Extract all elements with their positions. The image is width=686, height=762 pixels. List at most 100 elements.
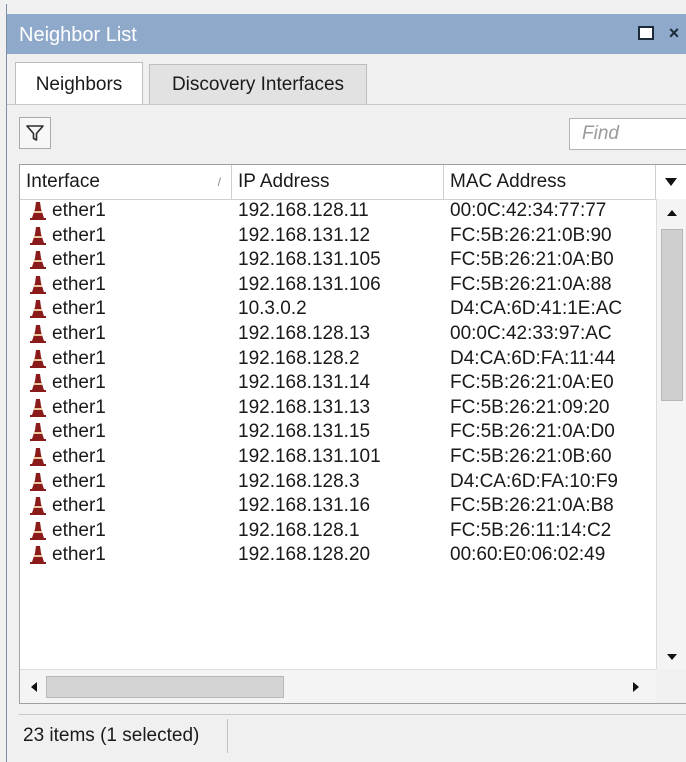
table-row[interactable]: ether1 192.168.128.3 D4:CA:6D:FA:10:F9 (20, 470, 656, 495)
mac-address-cell: FC:5B:26:21:0A:D0 (450, 421, 615, 443)
ip-address-cell: 192.168.131.14 (238, 372, 371, 394)
interface-name: ether1 (52, 347, 106, 369)
ip-address-cell: 192.168.131.16 (238, 495, 371, 517)
table-row[interactable]: ether1 192.168.128.2 D4:CA:6D:FA:11:44 (20, 347, 656, 372)
interface-name: ether1 (52, 396, 106, 418)
mac-address-cell: D4:CA:6D:FA:11:44 (450, 347, 616, 369)
mac-address-cell: FC:5B:26:21:0A:B0 (450, 249, 614, 271)
column-header-label: Interface (26, 171, 100, 192)
close-button[interactable]: × (663, 22, 685, 44)
restore-icon (638, 26, 654, 40)
triangle-down-icon (665, 178, 677, 186)
interface-cell: ether1 (28, 371, 106, 396)
table-row[interactable]: ether1 192.168.131.12 FC:5B:26:21:0B:90 (20, 224, 656, 249)
table-row[interactable]: ether1 192.168.131.13 FC:5B:26:21:09:20 (20, 396, 656, 421)
table-row[interactable]: ether1 192.168.131.16 FC:5B:26:21:0A:B8 (20, 494, 656, 519)
ip-address-cell: 192.168.131.15 (238, 421, 371, 443)
table-row[interactable]: ether1 192.168.128.1 FC:5B:26:11:14:C2 (20, 519, 656, 544)
table-row[interactable]: ether1 192.168.128.20 00:60:E0:06:02:49 (20, 543, 656, 568)
interface-icon (30, 447, 46, 466)
interface-name: ether1 (52, 200, 106, 221)
interface-cell: ether1 (28, 494, 106, 519)
mac-address-cell: FC:5B:26:21:0A:B8 (450, 495, 614, 517)
vertical-scrollbar[interactable] (656, 199, 686, 669)
interface-icon (30, 251, 46, 270)
column-header-interface[interactable]: Interface / (20, 165, 232, 199)
scrollbar-corner (656, 669, 686, 703)
ip-address-cell: 192.168.128.13 (238, 322, 371, 344)
scroll-up-button[interactable] (657, 201, 686, 225)
column-header-mac-address[interactable]: MAC Address (444, 165, 656, 199)
interface-cell: ether1 (28, 396, 106, 421)
interface-name: ether1 (52, 322, 106, 344)
interface-cell: ether1 (28, 445, 106, 470)
interface-icon (30, 349, 46, 368)
ip-address-cell: 192.168.128.2 (238, 347, 360, 369)
interface-icon (30, 497, 46, 516)
table-header: Interface / IP Address MAC Address (20, 165, 686, 200)
interface-name: ether1 (52, 544, 106, 566)
interface-cell: ether1 (28, 322, 106, 347)
table-row[interactable]: ether1 192.168.131.14 FC:5B:26:21:0A:E0 (20, 371, 656, 396)
table-row[interactable]: ether1 192.168.131.101 FC:5B:26:21:0B:60 (20, 445, 656, 470)
interface-icon (30, 201, 46, 220)
table-row[interactable]: ether1 10.3.0.2 D4:CA:6D:41:1E:AC (20, 297, 656, 322)
mac-address-cell: D4:CA:6D:FA:10:F9 (450, 470, 618, 492)
title-bar[interactable]: Neighbor List × (7, 14, 686, 54)
ip-address-cell: 192.168.128.11 (238, 200, 369, 221)
scroll-right-button[interactable] (624, 675, 648, 699)
mac-address-cell: FC:5B:26:21:0A:88 (450, 273, 612, 295)
mac-address-cell: 00:0C:42:33:97:AC (450, 322, 612, 344)
interface-cell: ether1 (28, 420, 106, 445)
interface-name: ether1 (52, 224, 106, 246)
interface-cell: ether1 (28, 273, 106, 298)
table-row[interactable]: ether1 192.168.128.13 00:0C:42:33:97:AC (20, 322, 656, 347)
interface-name: ether1 (52, 249, 106, 271)
interface-icon (30, 226, 46, 245)
interface-name: ether1 (52, 273, 106, 295)
column-menu-button[interactable] (656, 165, 686, 199)
find-input[interactable] (569, 118, 686, 150)
table-row[interactable]: ether1 192.168.131.15 FC:5B:26:21:0A:D0 (20, 420, 656, 445)
item-count-status: 23 items (1 selected) (23, 725, 200, 746)
interface-icon (30, 521, 46, 540)
restore-button[interactable] (635, 22, 657, 44)
table-row[interactable]: ether1 192.168.131.105 FC:5B:26:21:0A:B0 (20, 248, 656, 273)
column-header-label: IP Address (238, 171, 330, 192)
interface-name: ether1 (52, 372, 106, 394)
neighbors-table: Interface / IP Address MAC Address ether… (19, 164, 686, 704)
tab-neighbors[interactable]: Neighbors (15, 62, 143, 106)
mac-address-cell: 00:60:E0:06:02:49 (450, 544, 606, 566)
scroll-left-button[interactable] (22, 675, 46, 699)
arrow-down-icon (667, 654, 677, 660)
interface-cell: ether1 (28, 248, 106, 273)
interface-icon (30, 398, 46, 417)
interface-cell: ether1 (28, 519, 106, 544)
filter-button[interactable] (19, 117, 51, 149)
column-header-ip-address[interactable]: IP Address (232, 165, 444, 199)
arrow-right-icon (633, 682, 639, 692)
horizontal-scrollbar[interactable] (20, 669, 656, 703)
ip-address-cell: 192.168.131.101 (238, 445, 381, 467)
horizontal-scroll-thumb[interactable] (46, 676, 284, 698)
scroll-down-button[interactable] (657, 645, 686, 669)
mac-address-cell: D4:CA:6D:41:1E:AC (450, 298, 623, 320)
ip-address-cell: 192.168.131.105 (238, 249, 381, 271)
table-row[interactable]: ether1 192.168.131.106 FC:5B:26:21:0A:88 (20, 273, 656, 298)
mac-address-cell: FC:5B:26:21:0B:90 (450, 224, 612, 246)
interface-name: ether1 (52, 519, 106, 541)
mac-address-cell: FC:5B:26:21:09:20 (450, 396, 610, 418)
sort-indicator-icon: / (217, 175, 221, 189)
ip-address-cell: 192.168.128.1 (238, 519, 360, 541)
vertical-scroll-thumb[interactable] (661, 229, 683, 401)
table-row[interactable]: ether1 192.168.128.11 00:0C:42:34:77:77 (20, 199, 656, 224)
interface-name: ether1 (52, 470, 106, 492)
tab-discovery-interfaces[interactable]: Discovery Interfaces (149, 64, 367, 104)
status-bar: 23 items (1 selected) (19, 714, 686, 756)
mac-address-cell: FC:5B:26:21:0A:E0 (450, 372, 614, 394)
interface-cell: ether1 (28, 470, 106, 495)
interface-name: ether1 (52, 298, 106, 320)
ip-address-cell: 192.168.131.12 (238, 224, 371, 246)
interface-cell: ether1 (28, 543, 106, 568)
interface-cell: ether1 (28, 224, 106, 249)
